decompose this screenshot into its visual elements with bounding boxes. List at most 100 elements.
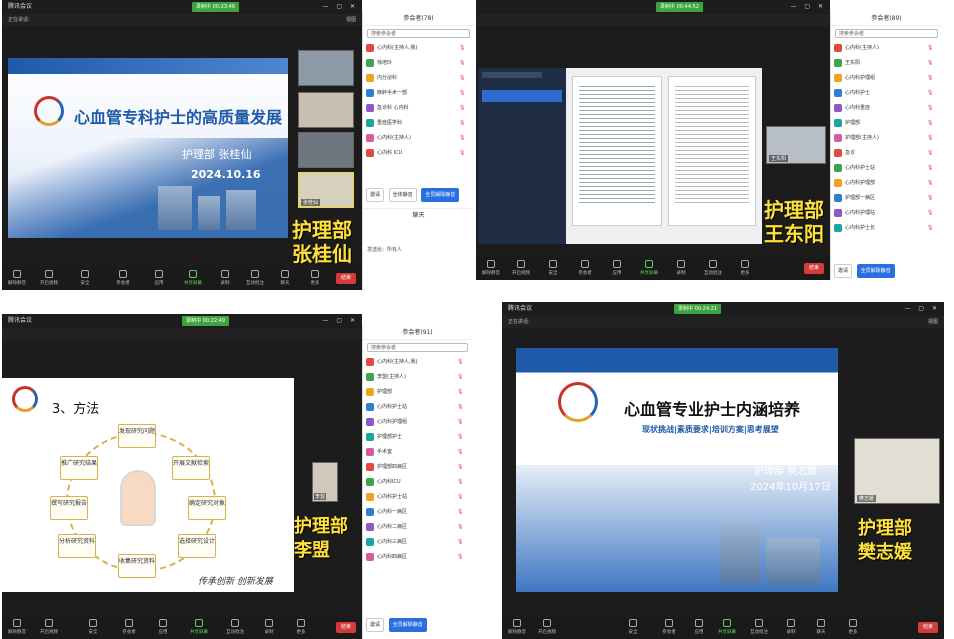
search-input[interactable]: 搜索参会者 [367,343,468,352]
chat-button[interactable]: 聊天 [274,270,296,286]
participant-row[interactable]: 心内科(主持人) 🎙 [831,41,942,56]
participants-button[interactable]: 参会者 [118,619,140,635]
participant-row[interactable]: 心内科ICU 🎙 [363,475,472,490]
share-screen-button[interactable]: 共享屏幕 [638,260,660,276]
end-meeting-button[interactable]: 结束 [804,263,824,274]
window-controls[interactable]: — ▢ ✕ [322,314,358,328]
end-meeting-button[interactable]: 结束 [918,622,938,633]
mic-muted-icon[interactable]: 🎙 [459,135,471,142]
annotate-button[interactable]: 互动批注 [224,619,246,635]
mic-muted-icon[interactable]: 🎙 [459,45,471,52]
window-controls[interactable]: — ▢ ✕ [904,302,940,316]
participant-row[interactable]: 心内科护理组 🎙 [831,71,942,86]
unmute-all-button[interactable]: 全员解除静音 [856,264,895,278]
participant-row[interactable]: 心内科护理组 🎙 [363,415,472,430]
mic-muted-icon[interactable]: 🎙 [457,524,469,531]
video-button[interactable]: 开启视频 [536,619,558,635]
more-button[interactable]: 更多 [734,260,756,276]
mic-muted-icon[interactable]: 🎙 [927,75,939,82]
mic-muted-icon[interactable]: 🎙 [457,509,469,516]
mic-muted-icon[interactable]: 🎙 [927,165,939,172]
participant-row[interactable]: 心内科重症 🎙 [831,101,942,116]
mic-muted-icon[interactable]: 🎙 [459,75,471,82]
mic-muted-icon[interactable]: 🎙 [459,105,471,112]
active-speaker-video[interactable]: 王东阳 [766,126,826,164]
annotate-button[interactable]: 互动批注 [748,619,770,635]
more-button[interactable]: 更多 [304,270,326,286]
security-button[interactable]: 安全 [622,619,644,635]
mic-muted-icon[interactable]: 🎙 [457,389,469,396]
record-button[interactable]: 录制 [670,260,692,276]
window-controls[interactable]: — ▢ ✕ [790,0,826,14]
end-meeting-button[interactable]: 结束 [336,273,356,284]
unmute-all-button[interactable]: 全员解除静音 [388,618,427,632]
participant-row[interactable]: 护理部 🎙 [831,116,942,131]
chat-recipient[interactable]: 发送给：所有人 [367,246,402,253]
mic-muted-icon[interactable]: 🎙 [927,225,939,232]
invite-button[interactable]: 邀请 [366,188,385,202]
more-button[interactable]: 更多 [842,619,864,635]
security-button[interactable]: 安全 [74,270,96,286]
participant-row[interactable]: 心内科三病区 🎙 [363,535,472,550]
active-speaker-video[interactable]: 樊志媛 [854,438,940,504]
participant-row[interactable]: 李盟(主持人) 🎙 [363,370,472,385]
video-button[interactable]: 开启视频 [510,260,532,276]
participant-row[interactable]: 心内科护士站 🎙 [831,161,942,176]
mute-button[interactable]: 解除静音 [6,270,28,286]
apps-button[interactable]: 应用 [606,260,628,276]
mic-muted-icon[interactable]: 🎙 [457,464,469,471]
participant-row[interactable]: 护理部四病区 🎙 [363,460,472,475]
participants-button[interactable]: 参会者 [658,619,680,635]
mic-muted-icon[interactable]: 🎙 [459,120,471,127]
apps-button[interactable]: 应用 [688,619,710,635]
mute-button[interactable]: 解除静音 [6,619,28,635]
participant-row[interactable]: 心内科 ICU 🎙 [363,146,474,161]
mute-button[interactable]: 解除静音 [480,260,502,276]
window-controls[interactable]: — ▢ ✕ [322,0,358,14]
mic-muted-icon[interactable]: 🎙 [457,479,469,486]
recording-badge[interactable]: 录制中 00:23:46 [192,2,240,12]
security-button[interactable]: 安全 [82,619,104,635]
mic-muted-icon[interactable]: 🎙 [927,90,939,97]
participant-row[interactable]: 手术室 🎙 [363,445,472,460]
search-input[interactable]: 搜索参会者 [367,29,470,38]
participant-row[interactable]: 急诊 🎙 [831,146,942,161]
participant-row[interactable]: 护理部 🎙 [363,385,472,400]
view-button[interactable]: 视图 [346,14,356,26]
mic-muted-icon[interactable]: 🎙 [927,60,939,67]
mic-muted-icon[interactable]: 🎙 [927,180,939,187]
mic-muted-icon[interactable]: 🎙 [927,135,939,142]
annotate-button[interactable]: 互动批注 [702,260,724,276]
participant-row[interactable]: 徐培玲 🎙 [363,56,474,71]
view-button[interactable]: 视图 [928,316,938,328]
record-button[interactable]: 录制 [214,270,236,286]
security-button[interactable]: 安全 [542,260,564,276]
participant-row[interactable]: 心内科一病区 🎙 [363,505,472,520]
participant-row[interactable]: 心内科护理部 🎙 [831,176,942,191]
participant-row[interactable]: 麻醉手术一部 🎙 [363,86,474,101]
end-meeting-button[interactable]: 结束 [336,622,356,633]
participant-row[interactable]: 心内科护士站 🎙 [363,490,472,505]
mic-muted-icon[interactable]: 🎙 [457,554,469,561]
apps-button[interactable]: 应用 [152,619,174,635]
share-screen-button[interactable]: 共享屏幕 [182,270,204,286]
recording-badge[interactable]: 录制中 00:44:52 [656,2,704,12]
mic-muted-icon[interactable]: 🎙 [927,195,939,202]
mic-muted-icon[interactable]: 🎙 [457,449,469,456]
chat-button[interactable]: 聊天 [810,619,832,635]
participant-row[interactable]: 心内科四病区 🎙 [363,550,472,565]
mic-muted-icon[interactable]: 🎙 [927,105,939,112]
mic-muted-icon[interactable]: 🎙 [927,210,939,217]
participant-row[interactable]: 心内科(主持人,我) 🎙 [363,41,474,56]
invite-button[interactable]: 邀请 [366,618,385,632]
share-screen-button[interactable]: 共享屏幕 [188,619,210,635]
record-button[interactable]: 录制 [780,619,802,635]
mic-muted-icon[interactable]: 🎙 [457,539,469,546]
participant-row[interactable]: 护理部一病区 🎙 [831,191,942,206]
mic-muted-icon[interactable]: 🎙 [457,494,469,501]
mic-muted-icon[interactable]: 🎙 [459,150,471,157]
recording-badge[interactable]: 录制中 00:24:21 [674,304,722,314]
participant-row[interactable]: 心内科二病区 🎙 [363,520,472,535]
mic-muted-icon[interactable]: 🎙 [927,45,939,52]
active-speaker-video[interactable]: 李盟 [312,462,338,502]
